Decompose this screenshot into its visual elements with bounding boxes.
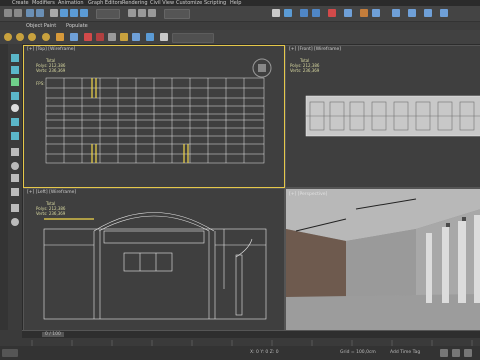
selection-set-field[interactable] (164, 9, 190, 19)
front-wireframe (305, 95, 480, 137)
unlink-icon[interactable] (36, 9, 44, 17)
scale-icon[interactable] (80, 9, 88, 17)
play-icon[interactable] (440, 349, 448, 357)
shape-icon[interactable] (108, 33, 116, 41)
systems-icon[interactable] (132, 33, 140, 41)
paint-icon[interactable] (11, 118, 19, 126)
undo-icon[interactable] (4, 9, 12, 17)
left-tool-strip (8, 44, 23, 330)
torus-icon[interactable] (16, 33, 24, 41)
cut-icon[interactable] (11, 188, 19, 196)
top-wireframe (45, 58, 272, 164)
share-icon[interactable] (424, 9, 432, 17)
render-frame-icon[interactable] (372, 9, 380, 17)
light-icon[interactable] (84, 33, 92, 41)
orbit-icon[interactable] (11, 78, 19, 86)
move-icon[interactable] (60, 9, 68, 17)
camera-icon[interactable] (70, 33, 78, 41)
ribbon-field[interactable] (172, 33, 214, 43)
viewport-perspective[interactable]: [+] [Perspective] (285, 188, 480, 331)
material-icon[interactable] (328, 9, 336, 17)
spacewarp-icon[interactable] (120, 33, 128, 41)
sphere-tool-icon[interactable] (11, 104, 19, 112)
left-command-strip (0, 44, 8, 330)
redo-icon[interactable] (14, 9, 22, 17)
curve-editor-icon[interactable] (300, 9, 308, 17)
cloud-icon[interactable] (408, 9, 416, 17)
key-mode-icon[interactable] (452, 349, 460, 357)
add-time-tag[interactable]: Add Time Tag (390, 350, 420, 355)
viewport-front[interactable]: [+] [Front] [Wireframe] Total Polys: 212… (285, 45, 480, 188)
pan-icon[interactable] (11, 66, 19, 74)
link-icon[interactable] (26, 9, 34, 17)
zoom-icon[interactable] (11, 92, 19, 100)
rotate-icon[interactable] (70, 9, 78, 17)
maxscript-listener[interactable] (2, 349, 18, 357)
helper-icon[interactable] (96, 33, 104, 41)
tab-populate[interactable]: Populate (66, 23, 88, 29)
ribbon-toolbar (0, 30, 480, 45)
viewport-left[interactable]: [+] [Left] [Wireframe] Total Polys: 212,… (23, 188, 285, 331)
frame-counter[interactable]: 0 / 100 (42, 332, 64, 337)
cylinder-icon[interactable] (28, 33, 36, 41)
grid-readout: Grid = 100,0cm (340, 350, 376, 355)
schematic-icon[interactable] (312, 9, 320, 17)
box-icon[interactable] (56, 33, 64, 41)
select-object-icon[interactable] (11, 54, 19, 62)
cone-icon[interactable] (42, 33, 50, 41)
main-toolbar (0, 6, 480, 22)
connect-icon[interactable] (11, 174, 19, 182)
status-bar: X: 0 Y: 0 Z: 0 Grid = 100,0cm Add Time T… (0, 346, 480, 360)
help-icon[interactable] (440, 9, 448, 17)
snap-icon[interactable] (128, 9, 136, 17)
sphere-icon[interactable] (4, 33, 12, 41)
angle-snap-icon[interactable] (138, 9, 146, 17)
reference-dropdown[interactable] (96, 9, 120, 19)
render-icon[interactable] (360, 9, 368, 17)
isolate-icon[interactable] (146, 33, 154, 41)
ribbon-tabs: Object Paint Populate (0, 22, 480, 30)
graphite-icon[interactable] (11, 148, 19, 156)
brush-icon[interactable] (11, 132, 19, 140)
ring-icon[interactable] (11, 218, 19, 226)
viewcube-icon[interactable] (252, 58, 272, 78)
viewport-perspective-label[interactable]: [+] [Perspective] (289, 191, 328, 197)
percent-snap-icon[interactable] (148, 9, 156, 17)
loop-icon[interactable] (11, 162, 19, 170)
scene-explorer-icon[interactable] (284, 9, 292, 17)
track-ticks (31, 340, 473, 346)
viewport-top[interactable]: [+] [Top] [Wireframe] Total Polys: 212,3… (23, 45, 285, 188)
coordinate-readout[interactable]: X: 0 Y: 0 Z: 0 (250, 350, 279, 355)
render-setup-icon[interactable] (344, 9, 352, 17)
a360-icon[interactable] (392, 9, 400, 17)
zoom-extents-icon[interactable] (464, 349, 472, 357)
perspective-render: [+] [Perspective] (286, 189, 480, 330)
track-bar[interactable] (22, 338, 480, 346)
left-wireframe (43, 212, 267, 320)
tab-object-paint[interactable]: Object Paint (26, 23, 56, 29)
freeze-icon[interactable] (160, 33, 168, 41)
extrude-icon[interactable] (11, 204, 19, 212)
select-icon[interactable] (50, 9, 58, 17)
layer-icon[interactable] (272, 9, 280, 17)
